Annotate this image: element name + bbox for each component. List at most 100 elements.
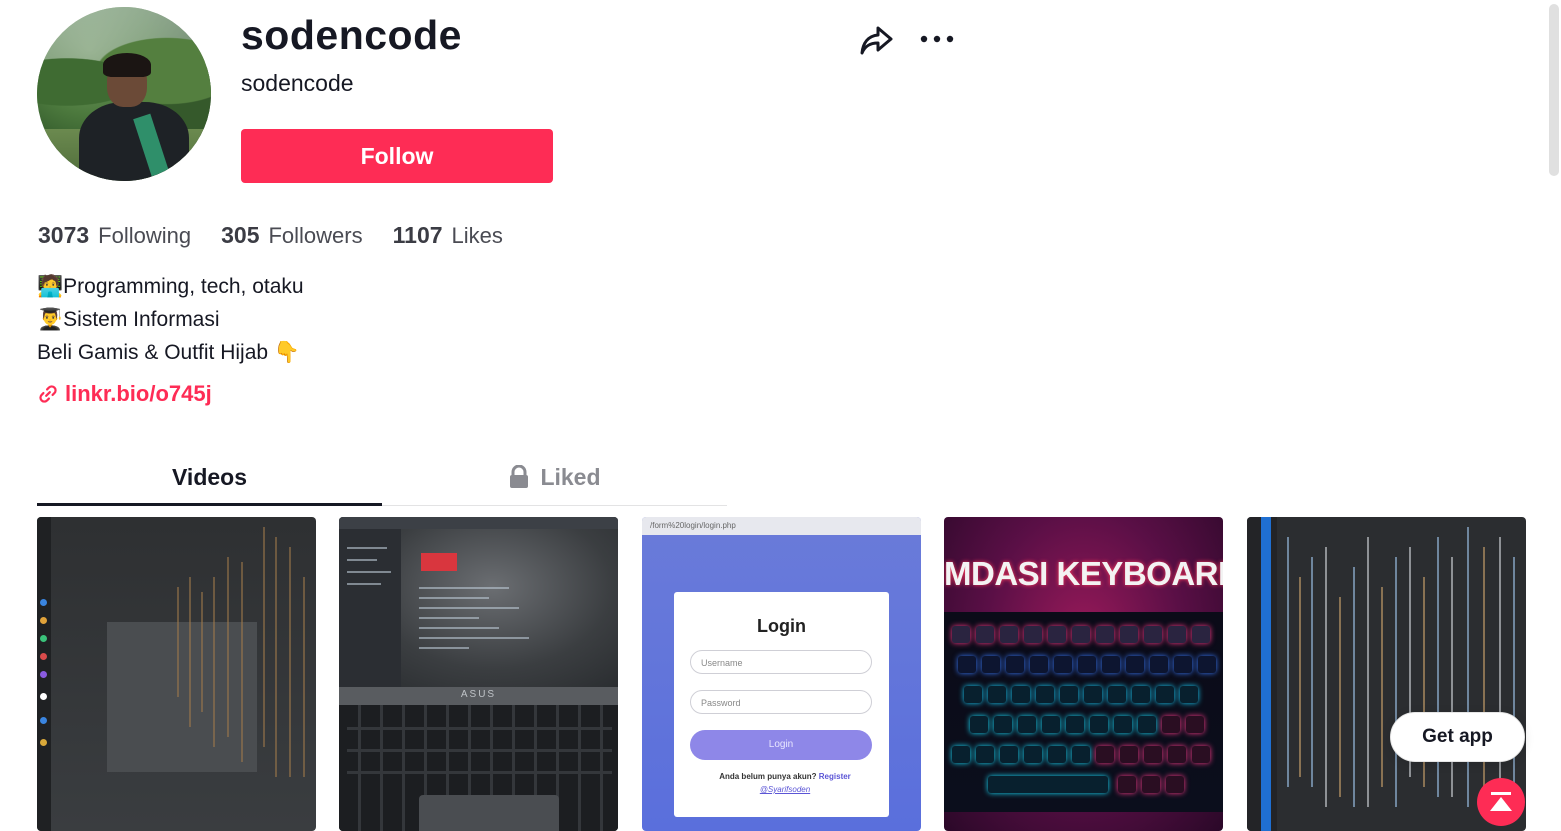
thumb-code-line	[1311, 557, 1313, 787]
thumb-key	[1042, 716, 1060, 733]
thumb-key	[1174, 656, 1192, 673]
thumb-key	[1180, 686, 1198, 703]
scroll-to-top-icon	[1490, 792, 1512, 811]
thumb-key	[1024, 746, 1042, 763]
thumb-key	[1168, 626, 1186, 643]
thumb-login-note-text: Anda belum punya akun?	[719, 772, 817, 781]
thumb-code-line	[303, 577, 305, 777]
thumb-key	[1192, 626, 1210, 643]
thumb-key	[994, 716, 1012, 733]
thumb-key	[1102, 656, 1120, 673]
more-icon[interactable]	[918, 24, 956, 54]
thumb-code-line	[1367, 537, 1369, 807]
bio-line-1-text: Programming, tech, otaku	[63, 275, 304, 298]
share-icon[interactable]	[858, 22, 896, 58]
video-card-2[interactable]: ASUS	[339, 517, 618, 831]
student-emoji-icon: 👨‍🎓	[37, 308, 64, 331]
thumb-highlight	[421, 553, 457, 571]
thumb-key	[1168, 746, 1186, 763]
tab-liked-label: Liked	[540, 463, 601, 490]
thumb-login-note: Anda belum punya akun? Register @Syarifs…	[690, 770, 880, 796]
thumb-dot	[40, 693, 47, 700]
thumb-key	[1096, 746, 1114, 763]
thumb-keyboard-title: MDASI KEYBOARD	[944, 555, 1223, 592]
thumb-key	[1036, 686, 1054, 703]
thumb-byline: @Syarifsoden	[759, 785, 811, 794]
thumb-key-row	[347, 727, 612, 730]
thumb-key	[1198, 656, 1216, 673]
thumb-key	[964, 686, 982, 703]
bio-link[interactable]: linkr.bio/o745j	[37, 381, 212, 407]
tab-liked[interactable]: Liked	[382, 450, 727, 504]
thumb-key	[1186, 716, 1204, 733]
thumb-code-line	[1299, 577, 1301, 777]
thumb-key-row	[347, 771, 612, 774]
thumb-code-line	[227, 557, 229, 737]
thumb-key	[1048, 746, 1066, 763]
video-card-3[interactable]: /form%20login/login.php Login Username P…	[642, 517, 921, 831]
bio-line-3: Beli Gamis & Outfit Hijab 👇	[37, 336, 304, 369]
thumb-code-line	[275, 537, 277, 777]
get-app-button[interactable]: Get app	[1390, 712, 1525, 762]
avatar-person-hair	[103, 53, 151, 77]
thumb-dot	[40, 635, 47, 642]
thumb-code-line	[419, 637, 529, 639]
thumb-code-line	[1339, 597, 1341, 797]
thumb-key	[1012, 686, 1030, 703]
stat-followers-label: Followers	[268, 223, 363, 248]
thumb-key	[1018, 716, 1036, 733]
thumb-key	[1114, 716, 1132, 733]
thumb-code-line	[347, 547, 387, 549]
thumb-code-line	[1395, 557, 1397, 807]
thumb-code-line	[1381, 587, 1383, 787]
pointing-down-emoji-icon: 👇	[273, 341, 301, 364]
thumb-key	[1030, 656, 1048, 673]
thumb-code-line	[1287, 537, 1289, 787]
thumb-key	[970, 716, 988, 733]
thumb-key	[1118, 776, 1136, 793]
thumb-key	[1078, 656, 1096, 673]
thumb-code-line	[347, 583, 381, 585]
thumb-spacebar	[988, 776, 1108, 793]
scroll-to-top-button[interactable]	[1477, 778, 1525, 826]
thumb-key	[1144, 746, 1162, 763]
avatar[interactable]	[37, 7, 211, 181]
thumb-code-line	[1483, 547, 1485, 807]
scrollbar-thumb[interactable]	[1549, 4, 1559, 176]
thumb-file-tree	[339, 529, 401, 689]
thumb-code-line	[177, 587, 179, 697]
thumb-key	[1072, 626, 1090, 643]
thumb-code-line	[419, 597, 489, 599]
stat-following[interactable]: 3073 Following	[38, 222, 191, 249]
thumb-code-line	[419, 627, 499, 629]
tab-videos[interactable]: Videos	[37, 450, 382, 504]
stat-followers[interactable]: 305 Followers	[221, 222, 363, 249]
thumb-code-line	[289, 547, 291, 777]
video-card-4[interactable]: MDASI KEYBOARD	[944, 517, 1223, 831]
thumb-code-line	[419, 607, 519, 609]
thumb-key	[1060, 686, 1078, 703]
thumb-code-line	[263, 527, 265, 747]
thumb-key	[958, 656, 976, 673]
video-card-1[interactable]	[37, 517, 316, 831]
thumb-key	[1000, 626, 1018, 643]
thumb-dot	[40, 653, 47, 660]
thumb-ide-panel	[107, 622, 257, 772]
thumb-ide-statusbar	[1261, 517, 1271, 831]
bio-link-text: linkr.bio/o745j	[65, 381, 212, 406]
thumb-login-title: Login	[757, 616, 806, 636]
link-icon	[39, 385, 57, 403]
more-icon-svg	[920, 35, 954, 43]
bio-line-2-text: Sistem Informasi	[63, 308, 220, 331]
thumb-key	[982, 656, 1000, 673]
follow-button[interactable]: Follow	[241, 129, 553, 183]
thumb-code-line	[201, 592, 203, 712]
thumb-key	[1108, 686, 1126, 703]
profile-page: sodencode sodencode Follow 3073 Followin…	[0, 0, 1561, 831]
bio-line-1: 🧑‍💻 Programming, tech, otaku	[37, 270, 304, 303]
thumb-username-field: Username	[690, 650, 872, 674]
thumb-code-line	[1513, 557, 1515, 797]
active-tab-indicator	[37, 503, 382, 506]
thumb-dot	[40, 617, 47, 624]
stat-following-value: 3073	[38, 222, 90, 248]
